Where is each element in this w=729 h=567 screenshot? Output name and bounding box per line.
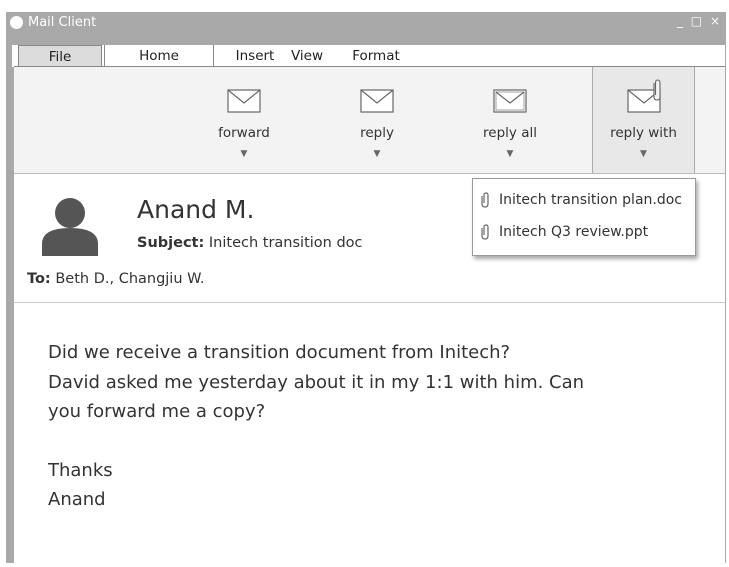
to-label: To: (27, 271, 51, 287)
menu-insert[interactable]: Insert (228, 45, 282, 67)
window-controls: _ □ × (677, 14, 722, 28)
minimize-button[interactable]: _ (677, 14, 685, 28)
window-title: Mail Client (28, 15, 97, 30)
title-bar: Mail Client _ □ × (6, 12, 726, 34)
subject-label: Subject: (137, 235, 205, 251)
subject-line: Subject: Initech transition doc (137, 235, 363, 251)
reply-with-button[interactable]: reply with ▼ (592, 67, 695, 173)
reply-all-button[interactable]: reply all ▼ (470, 67, 550, 173)
attachment-name: Initech Q3 review.ppt (499, 224, 649, 240)
attachment-item[interactable]: Initech transition plan.doc (479, 189, 682, 211)
close-button[interactable]: × (710, 14, 722, 28)
paperclip-icon (481, 192, 489, 208)
forward-button[interactable]: forward ▼ (210, 67, 278, 173)
reply-with-attachments-menu: Initech transition plan.doc Initech Q3 r… (472, 178, 696, 256)
ribbon-toolbar: forward ▼ reply ▼ reply all ▼ reply with… (14, 66, 725, 174)
envelope-icon (493, 89, 527, 113)
message-body: Did we receive a transition document fro… (48, 338, 648, 515)
recipients-line: To: Beth D., Changjiu W. (27, 271, 204, 287)
reply-all-dropdown-arrow[interactable]: ▼ (470, 149, 550, 159)
menu-bar: File Home Insert View Format (12, 45, 725, 67)
menu-file[interactable]: File (18, 45, 102, 67)
envelope-icon (360, 89, 394, 113)
header-divider (14, 302, 725, 303)
forward-dropdown-arrow[interactable]: ▼ (210, 149, 278, 159)
sender-name: Anand M. (137, 195, 255, 224)
attachment-item[interactable]: Initech Q3 review.ppt (479, 221, 648, 243)
reply-with-dropdown-arrow[interactable]: ▼ (593, 149, 694, 159)
body-line: David asked me yesterday about it in my … (48, 371, 585, 393)
menu-format[interactable]: Format (344, 45, 408, 67)
forward-label: forward (218, 125, 270, 141)
app-icon (10, 16, 23, 29)
envelope-icon (227, 89, 261, 113)
body-blank-line (48, 427, 648, 456)
menu-view[interactable]: View (284, 45, 330, 67)
reply-label: reply (360, 125, 394, 141)
menu-home[interactable]: Home (104, 45, 214, 67)
body-line: you forward me a copy? (48, 401, 266, 422)
attachment-name: Initech transition plan.doc (499, 192, 682, 208)
body-line: Thanks (48, 459, 113, 481)
avatar (42, 198, 98, 256)
reply-with-label: reply with (610, 125, 677, 141)
body-line: Anand (48, 489, 106, 510)
subject-text: Initech transition doc (208, 235, 363, 251)
envelope-paperclip-icon (626, 79, 661, 113)
reply-dropdown-arrow[interactable]: ▼ (347, 149, 407, 159)
body-line: Did we receive a transition document fro… (48, 342, 511, 363)
recipients-text: Beth D., Changjiu W. (55, 271, 205, 287)
reply-button[interactable]: reply ▼ (347, 67, 407, 173)
paperclip-icon (481, 224, 489, 240)
maximize-button[interactable]: □ (691, 14, 704, 28)
reply-all-label: reply all (483, 125, 537, 141)
